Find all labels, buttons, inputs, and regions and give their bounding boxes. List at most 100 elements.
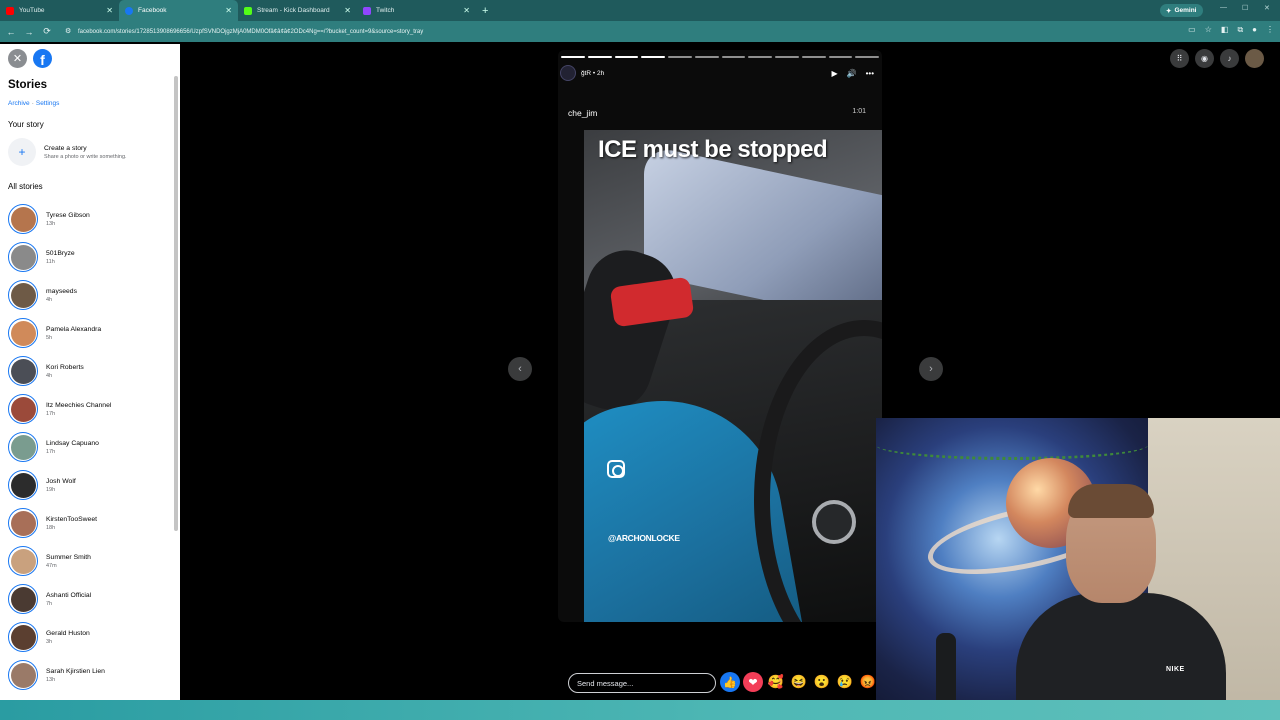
haha-reaction[interactable]: 😆 [789,672,809,692]
close-stories-button[interactable]: ✕ [8,49,27,68]
forward-icon[interactable]: → [24,27,34,37]
volume-icon[interactable]: 🔊 [847,69,857,78]
story-list-item[interactable]: Kori Roberts 4h [8,352,170,390]
care-reaction[interactable]: 🥰 [766,672,786,692]
window-close-icon[interactable]: ✕ [1264,4,1270,12]
avatar [8,546,38,576]
story-author-name: KirstenTooSweet [46,515,98,523]
story-time: 3h [46,638,53,645]
story-card[interactable]: ğtR • 2h ▶ 🔊 ••• che_jim 1:01 @ARCHONLOC… [558,50,882,622]
wow-reaction[interactable]: 😮 [812,672,832,692]
close-icon[interactable]: ✕ [106,6,113,15]
site-info-icon[interactable]: ⚙ [65,27,71,35]
profile-icon[interactable]: ● [1252,25,1257,35]
story-list-item[interactable]: 501Bryze 11h [8,238,170,276]
story-list-item[interactable]: Ashanti Official 7h [8,580,170,618]
story-list-item[interactable]: mayseeds 4h [8,276,170,314]
tab-strip: YouTube ✕ Facebook ✕ Stream - Kick Dashb… [0,0,1280,21]
back-icon[interactable]: ← [6,27,16,37]
story-list-item[interactable]: Josh Wolf 19h [8,466,170,504]
minimize-icon[interactable]: — [1220,4,1227,11]
story-progress-bar [561,56,879,58]
story-time: 17h [46,448,56,455]
story-author-name: Josh Wolf [46,477,76,485]
story-time: 4h [46,296,53,303]
tab-kick[interactable]: Stream - Kick Dashboard ✕ [238,0,357,21]
story-video[interactable]: @ARCHONLOCKE ✋🧊🧊🧊 [584,130,882,622]
archive-link[interactable]: Archive [8,100,30,107]
new-tab-button[interactable]: + [476,5,494,17]
tab-twitch[interactable]: Twitch ✕ [357,0,476,21]
story-author-name[interactable]: ğtR • 2h [581,70,604,77]
chevron-left-icon: ‹ [518,363,522,375]
story-time: 13h [46,220,56,227]
story-author-avatar[interactable] [560,65,576,81]
reload-icon[interactable]: ⟳ [42,26,52,37]
story-time: 4h [46,372,53,379]
next-story-button[interactable]: › [919,357,943,381]
extensions-icon[interactable]: ⧉ [1237,25,1243,35]
story-caption: ICE must be stopped [598,136,828,163]
avatar [8,394,38,424]
play-icon[interactable]: ▶ [831,69,837,78]
sad-reaction[interactable]: 😢 [835,672,855,692]
toolbar-icons: ▭ ☆ ◧ ⧉ ● ⋮ [1188,25,1274,35]
story-time: 13h [46,676,56,683]
close-icon[interactable]: ✕ [344,6,351,15]
separator: · [31,100,34,107]
shirt-logo: NIKE [1166,666,1185,673]
story-author-name: Itz Meechies Channel [46,401,112,409]
close-icon[interactable]: ✕ [463,6,470,15]
tab-label: Twitch [376,7,395,14]
address-bar: ← → ⟳ ⚙ facebook.com/stories/17285139086… [0,21,1280,42]
story-time: 18h [46,524,56,531]
sidepanel-icon[interactable]: ◧ [1221,25,1229,35]
story-author-name: Gerald Huston [46,629,90,637]
page-title: Stories [8,79,47,91]
instagram-handle: @ARCHONLOCKE [608,533,680,543]
bookmark-star-icon[interactable]: ☆ [1205,25,1212,35]
story-list-item[interactable]: KirstenTooSweet 18h [8,504,170,542]
url-field[interactable]: ⚙ facebook.com/stories/1728513908696656/… [62,25,1152,38]
previous-story-button[interactable]: ‹ [508,357,532,381]
more-options-icon[interactable]: ••• [866,69,874,78]
story-list-item[interactable]: Tyrese Gibson 13h [8,200,170,238]
settings-link[interactable]: Settings [36,100,60,107]
facebook-logo-icon[interactable]: f [33,49,52,68]
tab-youtube[interactable]: YouTube ✕ [0,0,119,21]
notifications-bell-icon[interactable]: ♪ [1220,49,1239,68]
apps-grid-icon[interactable]: ⠿ [1170,49,1189,68]
progress-segment [641,56,665,58]
url-text: facebook.com/stories/1728513908696656/Uz… [78,28,424,35]
angry-reaction[interactable]: 😡 [858,672,878,692]
close-icon[interactable]: ✕ [225,6,232,15]
menu-icon[interactable]: ⋮ [1266,25,1274,35]
like-reaction[interactable]: 👍 [720,672,740,692]
account-avatar[interactable] [1245,49,1264,68]
story-list-item[interactable]: Lindsay Capuano 17h [8,428,170,466]
story-time: 5h [46,334,53,341]
story-list-item[interactable]: Summer Smith 47m [8,542,170,580]
messenger-icon[interactable]: ◉ [1195,49,1214,68]
story-author-name: Kori Roberts [46,363,84,371]
story-author-name: Pamela Alexandra [46,325,102,333]
create-story-title: Create a story [44,144,87,152]
cast-icon[interactable]: ▭ [1188,25,1196,35]
story-list-item[interactable]: Sarah Kjirstien Lien 13h [8,656,170,694]
maximize-icon[interactable]: ☐ [1242,4,1248,12]
love-reaction[interactable]: ❤ [743,672,763,692]
tab-label: Stream - Kick Dashboard [257,7,330,14]
gemini-button[interactable]: ✦ Gemini [1160,4,1203,17]
progress-segment [561,56,585,58]
story-list-item[interactable]: Itz Meechies Channel 17h [8,390,170,428]
story-time: 7h [46,600,53,607]
chevron-right-icon: › [929,363,933,375]
taskbar [0,700,1280,720]
sidebar-scrollbar[interactable] [174,76,178,531]
story-list-item[interactable]: Gerald Huston 3h [8,618,170,656]
tab-facebook[interactable]: Facebook ✕ [119,0,238,21]
reply-input[interactable] [568,673,716,693]
avatar [8,242,38,272]
story-list-item[interactable]: Pamela Alexandra 5h [8,314,170,352]
create-story-button[interactable]: + Create a story Share a photo or write … [8,138,127,166]
